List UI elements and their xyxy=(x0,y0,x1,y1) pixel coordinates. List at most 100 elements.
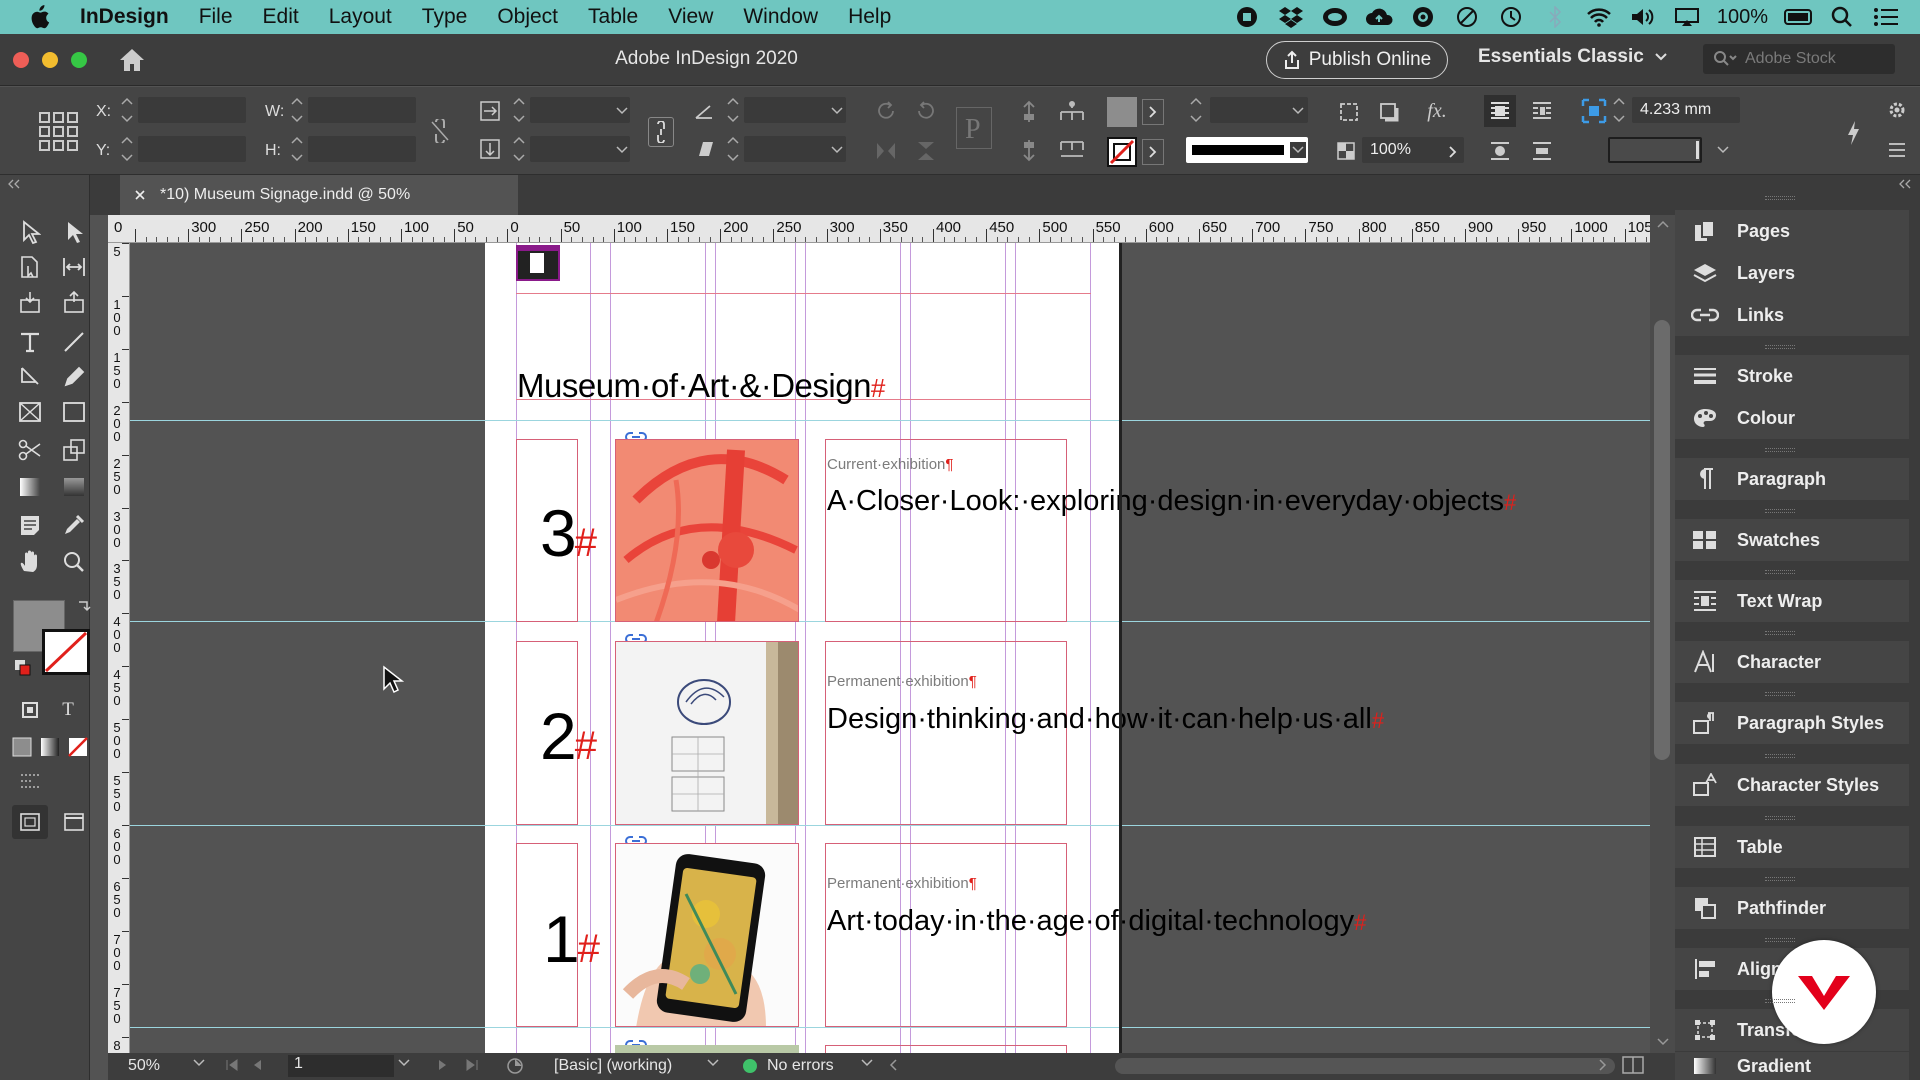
panel-text-wrap[interactable]: Text Wrap xyxy=(1675,580,1909,622)
selection-tool-icon[interactable] xyxy=(12,215,48,249)
direct-selection-tool-icon[interactable] xyxy=(56,215,92,249)
preflight-profile[interactable]: [Basic] (working) xyxy=(554,1057,672,1075)
chevron-down-icon[interactable] xyxy=(192,1058,206,1068)
quick-apply-icon[interactable] xyxy=(1840,117,1866,149)
apply-color-icon[interactable] xyxy=(8,730,36,764)
y-field[interactable] xyxy=(138,136,246,162)
flip-horizontal-icon[interactable] xyxy=(872,137,900,165)
content-placer-icon[interactable] xyxy=(56,285,92,319)
gradient-list-icon[interactable] xyxy=(12,765,48,799)
gradient-swatch-tool-icon[interactable] xyxy=(12,470,48,504)
exhibition-image-next[interactable] xyxy=(615,1045,799,1053)
chevron-down-icon[interactable] xyxy=(1290,103,1306,119)
scissors-tool-icon[interactable] xyxy=(12,433,48,467)
panel-gradient[interactable]: Gradient xyxy=(1675,1052,1909,1080)
text-wrap-bounding-icon[interactable] xyxy=(1526,95,1558,127)
panel-colour[interactable]: Colour xyxy=(1675,397,1909,439)
panel-swatches[interactable]: Swatches xyxy=(1675,519,1909,561)
panel-group-grip[interactable] xyxy=(1765,938,1795,942)
pen-tool-icon[interactable] xyxy=(12,360,48,394)
menu-table[interactable]: Table xyxy=(588,5,638,29)
battery-icon[interactable] xyxy=(1784,5,1812,29)
select-previous-object-icon[interactable] xyxy=(1056,99,1088,125)
exhibition-image-chair[interactable] xyxy=(615,439,799,622)
rectangle-tool-icon[interactable] xyxy=(56,395,92,429)
panel-paragraph[interactable]: Paragraph xyxy=(1675,458,1909,500)
panel-group-grip[interactable] xyxy=(1765,570,1795,574)
chevron-down-icon[interactable] xyxy=(829,103,845,119)
workspace-switcher[interactable]: Essentials Classic xyxy=(1478,46,1668,68)
scale-y-stepper[interactable] xyxy=(512,135,526,163)
drop-shadow-icon[interactable] xyxy=(1376,99,1402,125)
volume-icon[interactable] xyxy=(1629,5,1657,29)
free-transform-tool-icon[interactable] xyxy=(56,433,92,467)
stroke-color-swatch[interactable] xyxy=(42,629,90,675)
pasteboard[interactable]: Museum·of·Art·&·Design# 3# Current·exhib… xyxy=(130,243,1650,1053)
panel-links[interactable]: Links xyxy=(1675,294,1909,336)
creative-cloud-icon[interactable] xyxy=(1321,5,1349,29)
auto-fit-icon[interactable] xyxy=(1336,99,1362,125)
page-heading[interactable]: Museum·of·Art·&·Design# xyxy=(517,367,885,405)
rotate-clockwise-icon[interactable] xyxy=(872,97,900,125)
scroll-left-arrow-icon[interactable] xyxy=(888,1058,898,1072)
text-wrap-none-icon[interactable] xyxy=(1484,95,1516,127)
eyedropper-tool-icon[interactable] xyxy=(56,508,92,542)
pencil-tool-icon[interactable] xyxy=(56,360,92,394)
focus-icon[interactable] xyxy=(1453,5,1481,29)
scroll-down-arrow-icon[interactable] xyxy=(1656,1037,1670,1047)
rectangle-frame-tool-icon[interactable] xyxy=(12,395,48,429)
apply-none-icon[interactable] xyxy=(64,730,92,764)
panel-stroke[interactable]: Stroke xyxy=(1675,355,1909,397)
line-tool-icon[interactable] xyxy=(56,325,92,359)
panel-group-grip[interactable] xyxy=(1765,816,1795,820)
exhibition-title-3[interactable]: A·Closer·Look:·exploring·design·in·every… xyxy=(827,485,1516,519)
exhibition-image-phone[interactable] xyxy=(615,843,799,1027)
text-wrap-object-shape-icon[interactable] xyxy=(1484,135,1516,167)
fill-menu-chevron-icon[interactable] xyxy=(1142,99,1164,125)
panel-group-grip[interactable] xyxy=(1765,999,1795,1003)
chevron-down-icon[interactable] xyxy=(397,1058,411,1068)
document-tab[interactable]: *10) Museum Signage.indd @ 50% xyxy=(120,175,518,215)
museum-logo[interactable] xyxy=(516,245,560,281)
offset-stepper[interactable] xyxy=(1612,96,1626,124)
wifi-icon[interactable] xyxy=(1585,5,1613,29)
chevron-down-icon[interactable] xyxy=(614,142,630,158)
exhibit-number-3[interactable]: 3# xyxy=(540,495,597,571)
stroke-weight-stepper[interactable] xyxy=(1189,96,1203,124)
auto-fit-frame-icon[interactable] xyxy=(1578,95,1610,127)
menu-window[interactable]: Window xyxy=(743,5,818,29)
vertical-ruler[interactable]: 5 1 0 0 1 5 0 2 0 0 2 5 0 3 0 0 3 5 0 4 0 0 4 5 … xyxy=(108,243,130,1053)
chevron-down-icon[interactable] xyxy=(1712,142,1734,158)
menu-file[interactable]: File xyxy=(199,5,233,29)
first-page-icon[interactable] xyxy=(224,1057,240,1073)
screen-mode-icon[interactable] xyxy=(56,805,92,839)
formatting-affects-text-icon[interactable]: T xyxy=(54,693,82,727)
panel-group-grip[interactable] xyxy=(1765,631,1795,635)
menu-object[interactable]: Object xyxy=(497,5,558,29)
swap-colors-icon[interactable] xyxy=(76,597,92,613)
notification-center-icon[interactable] xyxy=(1872,5,1900,29)
panel-group-grip[interactable] xyxy=(1765,196,1795,200)
open-document-icon[interactable] xyxy=(506,1057,526,1075)
apple-icon[interactable] xyxy=(28,5,58,29)
airplay-icon[interactable] xyxy=(1673,5,1701,29)
chevron-down-icon[interactable] xyxy=(614,103,630,119)
reference-point-icon[interactable] xyxy=(38,111,78,151)
gradient-feather-tool-icon[interactable] xyxy=(56,470,92,504)
panel-group-grip[interactable] xyxy=(1765,754,1795,758)
apply-gradient-icon[interactable] xyxy=(36,730,64,764)
previous-page-icon[interactable] xyxy=(250,1057,264,1073)
w-field[interactable] xyxy=(308,97,416,123)
menu-edit[interactable]: Edit xyxy=(263,5,299,29)
effects-fx-button[interactable]: fx. xyxy=(1422,97,1452,125)
exhibition-title-2[interactable]: Design·thinking·and·how·it·can·help·us·a… xyxy=(827,703,1384,737)
zoom-tool-icon[interactable] xyxy=(56,545,92,579)
stroke-menu-chevron-icon[interactable] xyxy=(1142,139,1164,165)
fill-swatch[interactable] xyxy=(1107,97,1137,127)
collapse-toolbar-icon[interactable] xyxy=(6,179,22,189)
formatting-affects-container-icon[interactable] xyxy=(16,693,44,727)
chevron-down-icon[interactable] xyxy=(706,1058,720,1068)
rotation-stepper[interactable] xyxy=(726,96,740,124)
exhibition-title-1[interactable]: Art·today·in·the·age·of·digital·technolo… xyxy=(827,905,1366,939)
panel-character[interactable]: Character xyxy=(1675,641,1909,683)
